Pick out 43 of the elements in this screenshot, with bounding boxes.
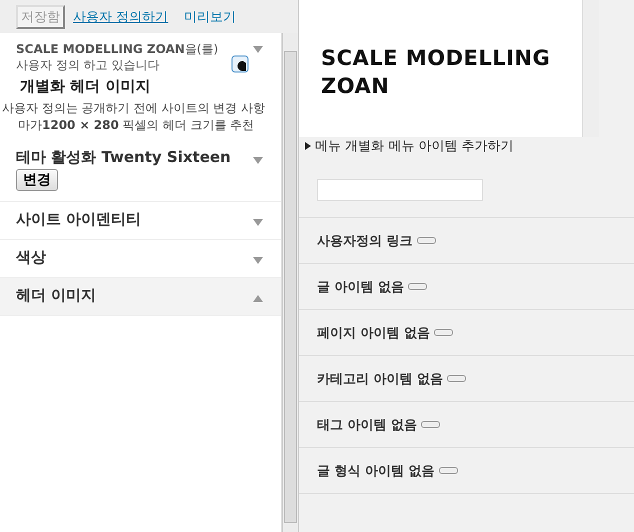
site-title: SCALE MODELLING ZOAN <box>321 45 552 100</box>
section-title: 헤더 이미지 <box>16 286 96 305</box>
toggle-icon <box>447 375 466 382</box>
menu-item-row[interactable]: 글 형식 아이템 없음 <box>299 448 634 494</box>
menu-item-row[interactable]: 카테고리 아이템 없음 <box>299 356 634 402</box>
change-button[interactable]: 변경 <box>16 169 58 191</box>
accordion-section[interactable]: 테마 활성화 Twenty Sixteen 변경 <box>0 140 282 202</box>
toggle-icon <box>434 329 454 336</box>
toggle-icon <box>408 283 428 290</box>
section-title: 테마 활성화 Twenty Sixteen <box>16 148 231 167</box>
accordion-section[interactable]: 사이트 아이덴티티 <box>0 202 282 240</box>
menu-item-label: 태그 아이템 없음 <box>317 416 418 434</box>
menu-item-label: 글 형식 아이템 없음 <box>317 462 435 480</box>
menu-item-label: 사용자정의 링크 <box>317 232 413 250</box>
size-note: 마가1200 × 280 픽셀의 헤더 크기를 추천 <box>17 117 256 134</box>
toggle-icon <box>416 237 436 244</box>
search-field[interactable] <box>317 179 483 201</box>
section-title: 색상 <box>16 248 46 267</box>
menu-item-label: 카테고리 아이템 없음 <box>317 370 444 388</box>
accordion-section[interactable]: 헤더 이미지 <box>0 278 282 316</box>
section-heading: 개별화 헤더 이미지 <box>19 76 152 97</box>
customizing-title: SCALE MODELLING ZOAN을(를) 사용자 정의 하고 있습니다 <box>16 41 220 73</box>
caret-down-icon <box>253 156 264 164</box>
menu-item-row[interactable]: 사용자정의 링크 <box>299 218 634 264</box>
menu-item-label: 페이지 아이템 없음 <box>317 324 430 342</box>
section-title: 사이트 아이덴티티 <box>16 210 142 229</box>
caret-up-icon <box>253 294 264 302</box>
description-text: 사용자 정의는 공개하기 전에 사이트의 변경 사항 <box>1 100 266 117</box>
menu-item-row[interactable]: 글 아이템 없음 <box>299 264 634 310</box>
caret-down-icon <box>253 256 264 264</box>
menu-panel-title: 메뉴 개별화 메뉴 아이템 추가하기 <box>315 138 514 155</box>
info-icon[interactable] <box>231 55 250 73</box>
toggle-icon <box>421 421 440 428</box>
toolbar-link[interactable]: 사용자 정의하기 <box>73 8 176 26</box>
toolbar-link[interactable]: 미리보기 <box>184 8 244 26</box>
triangle-icon <box>305 142 311 150</box>
menu-item-row[interactable]: 태그 아이템 없음 <box>299 402 634 448</box>
menu-item-label: 글 아이템 없음 <box>317 278 404 296</box>
caret-down-icon[interactable] <box>253 46 264 53</box>
scrollbar[interactable] <box>282 33 298 532</box>
caret-down-icon <box>253 218 264 226</box>
menu-item-row[interactable]: 페이지 아이템 없음 <box>299 310 634 356</box>
toggle-icon <box>438 467 458 474</box>
